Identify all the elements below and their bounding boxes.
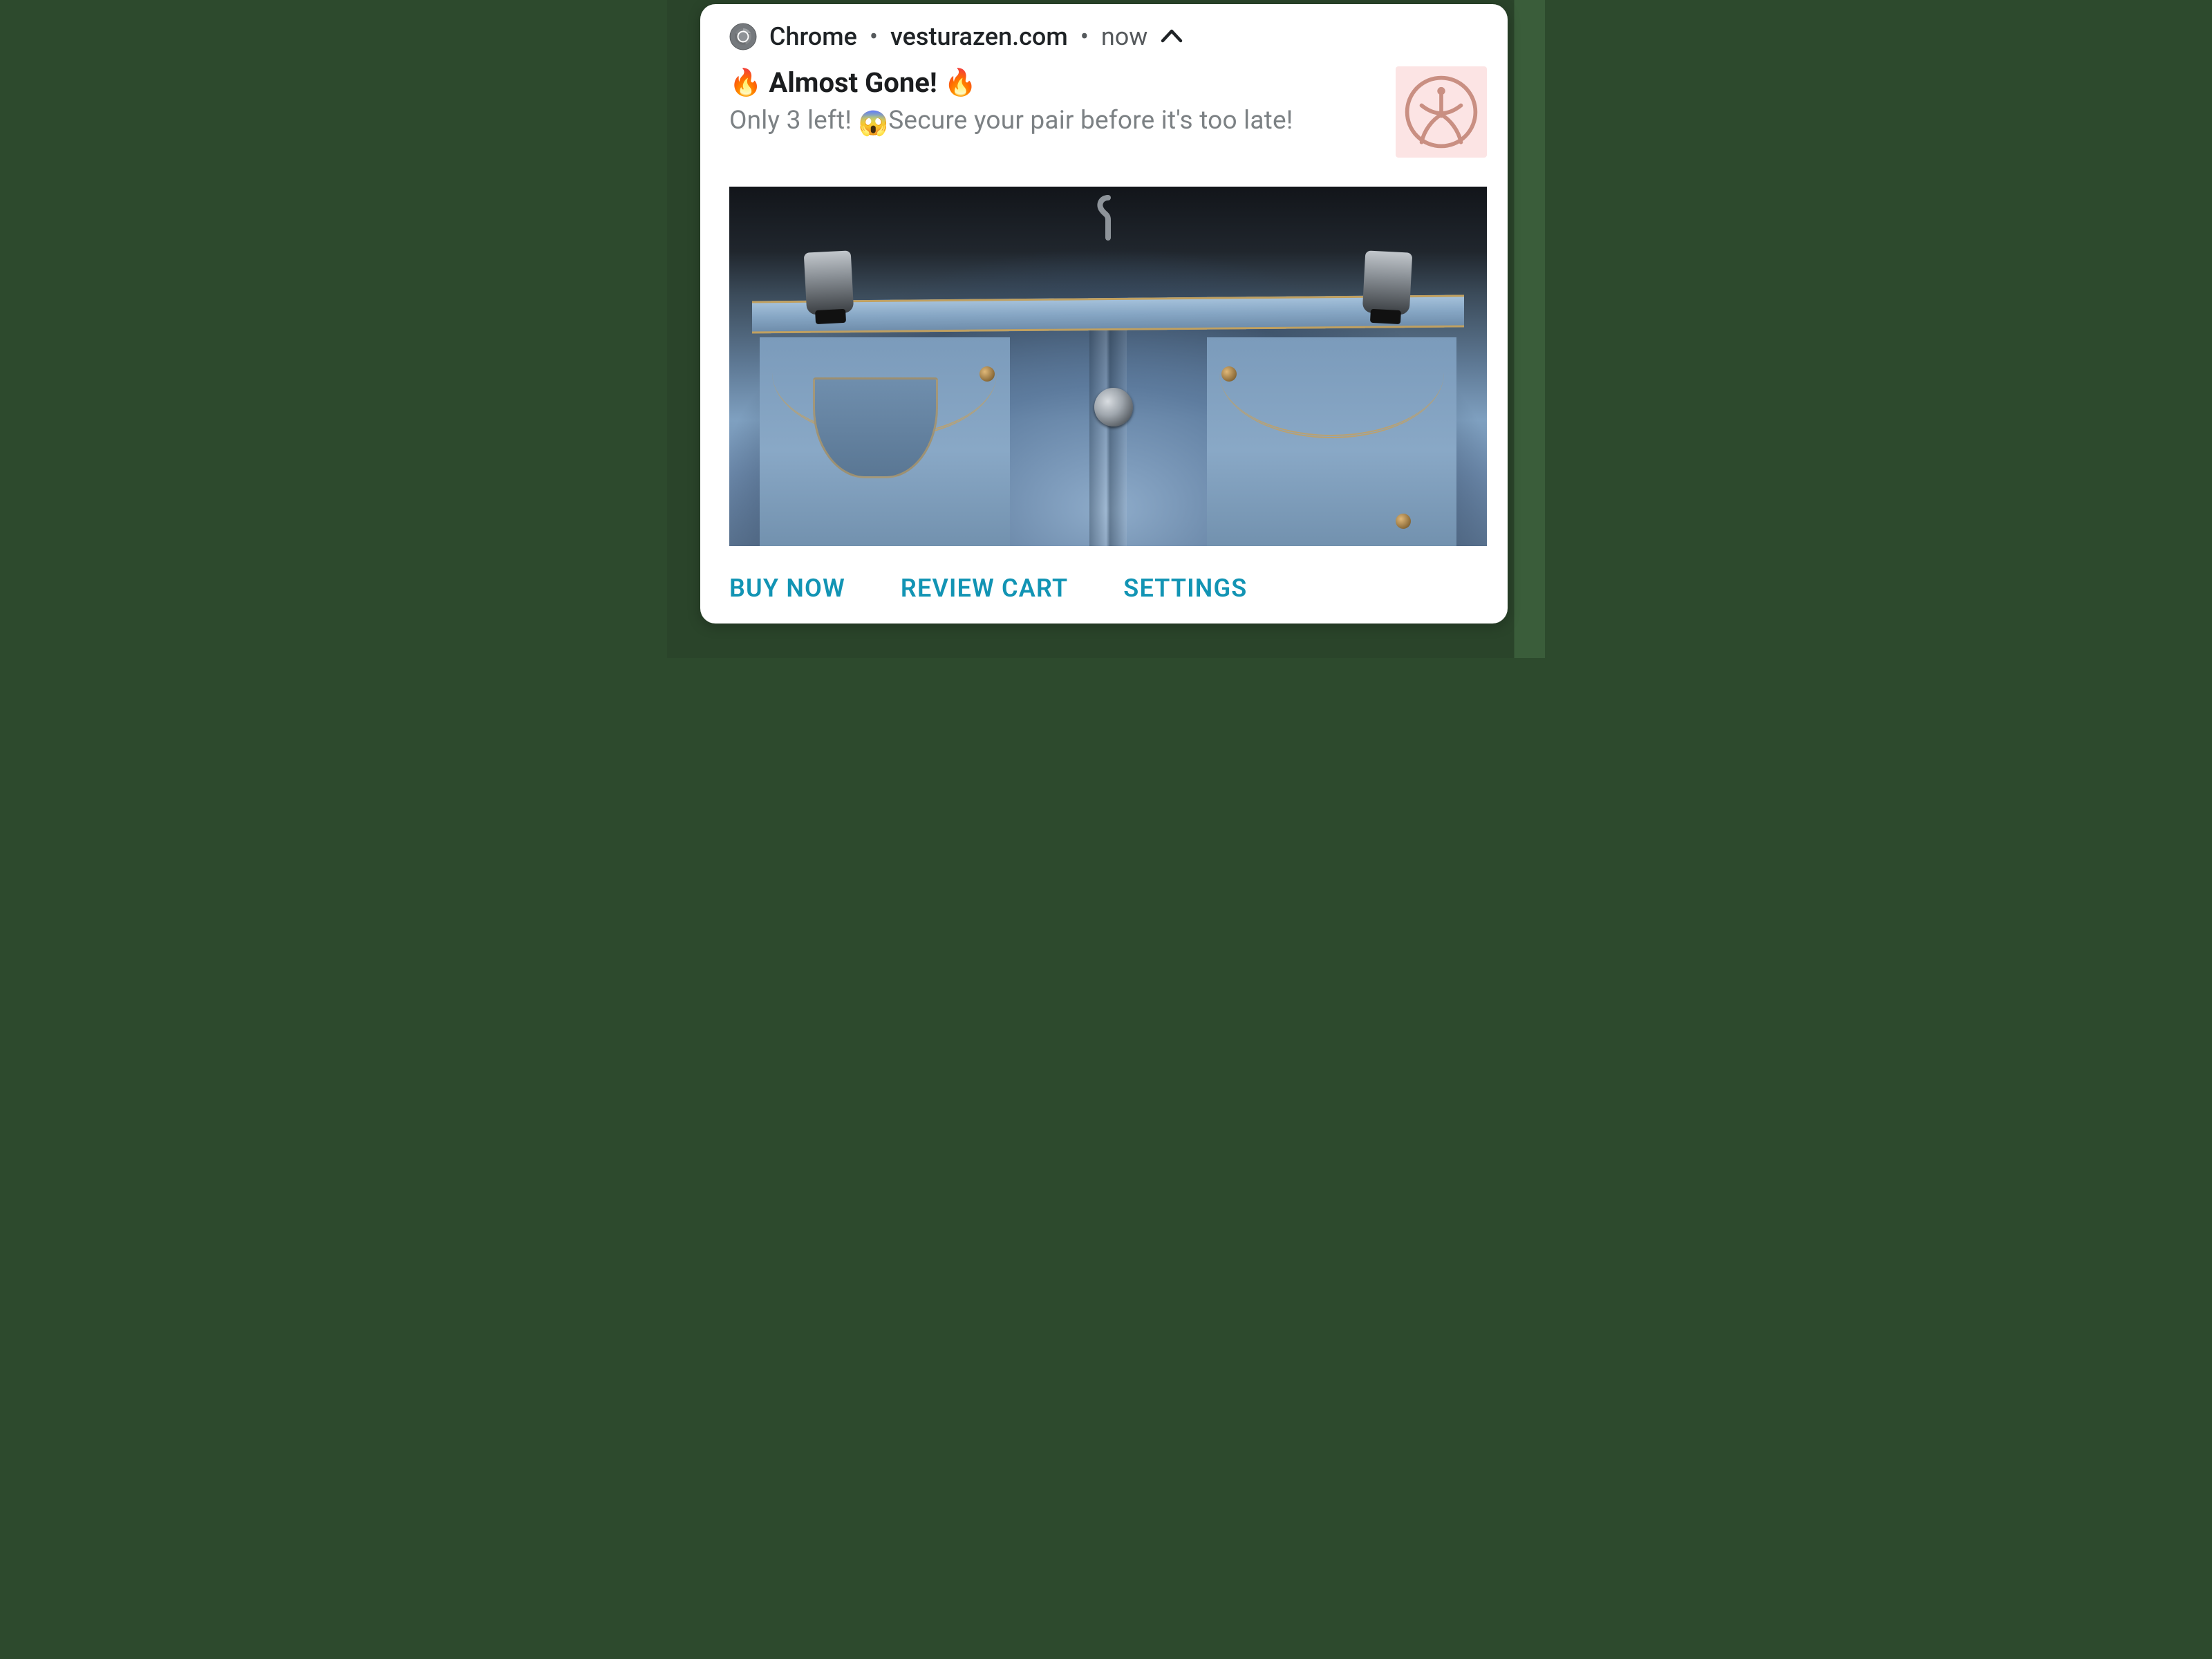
chevron-up-icon[interactable] [1160,25,1183,48]
notification-header: Chrome • vesturazen.com • now [700,22,1508,51]
separator-dot: • [870,22,878,51]
app-name: Chrome [769,22,857,51]
buy-now-button[interactable]: BUY NOW [729,574,845,603]
separator-dot: • [1080,22,1089,51]
timestamp: now [1101,22,1147,51]
notification-actions: BUY NOW REVIEW CART SETTINGS [700,546,1508,610]
notification-hero-image [729,187,1487,546]
source-domain: vesturazen.com [890,22,1068,51]
notification-card[interactable]: Chrome • vesturazen.com • now 🔥 Almost G… [700,4,1508,624]
fire-emoji-icon: 🔥 [729,68,762,98]
scream-emoji-icon: 😱 [858,109,888,138]
chrome-icon [729,23,757,50]
screen-background: Chrome • vesturazen.com • now 🔥 Almost G… [667,0,1545,658]
subtitle-before: Only 3 left! [729,106,858,135]
review-cart-button[interactable]: REVIEW CART [901,574,1068,603]
notification-text: 🔥 Almost Gone! 🔥 Only 3 left! 😱Secure yo… [729,66,1375,138]
app-logo [1396,66,1487,158]
notification-title: 🔥 Almost Gone! 🔥 [729,66,1375,99]
fire-emoji-icon: 🔥 [944,68,977,98]
notification-subtitle: Only 3 left! 😱Secure your pair before it… [729,106,1375,138]
settings-button[interactable]: SETTINGS [1123,574,1247,603]
title-text: Almost Gone! [769,66,937,99]
subtitle-after: Secure your pair before it's too late! [888,106,1293,135]
notification-body: 🔥 Almost Gone! 🔥 Only 3 left! 😱Secure yo… [700,51,1508,158]
